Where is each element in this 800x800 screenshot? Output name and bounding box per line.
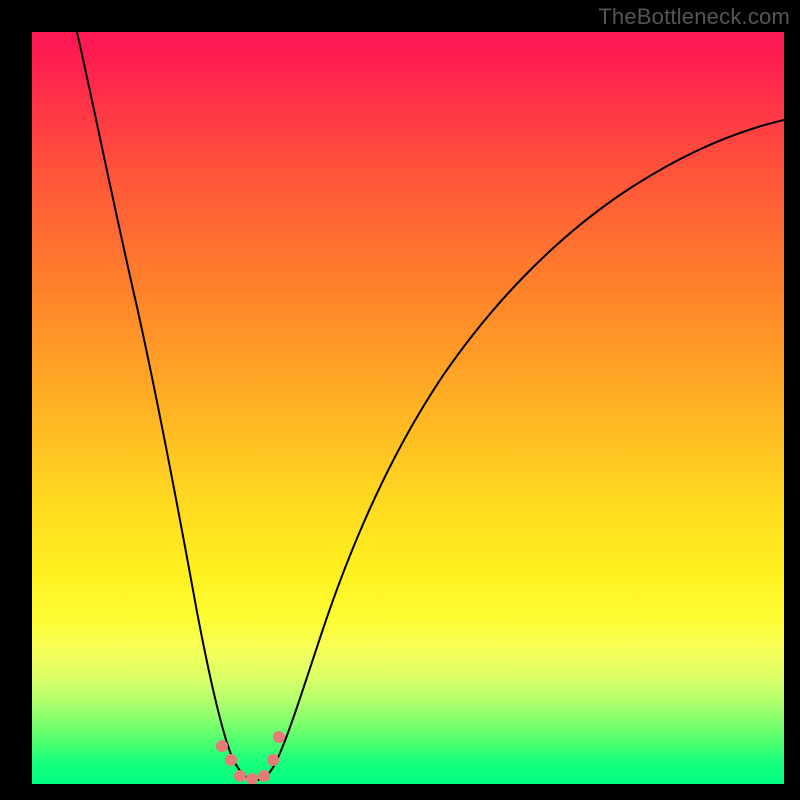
marker-dot [216, 740, 228, 752]
marker-dot [234, 770, 246, 782]
bottleneck-curve [77, 32, 784, 780]
curve-layer [32, 32, 784, 784]
marker-dot [225, 754, 237, 766]
marker-dot [258, 770, 270, 782]
marker-dot [246, 773, 258, 784]
chart-frame: TheBottleneck.com [0, 0, 800, 800]
marker-dot [273, 731, 285, 743]
watermark-text: TheBottleneck.com [598, 4, 790, 30]
marker-dot [267, 754, 279, 766]
plot-area [32, 32, 784, 784]
